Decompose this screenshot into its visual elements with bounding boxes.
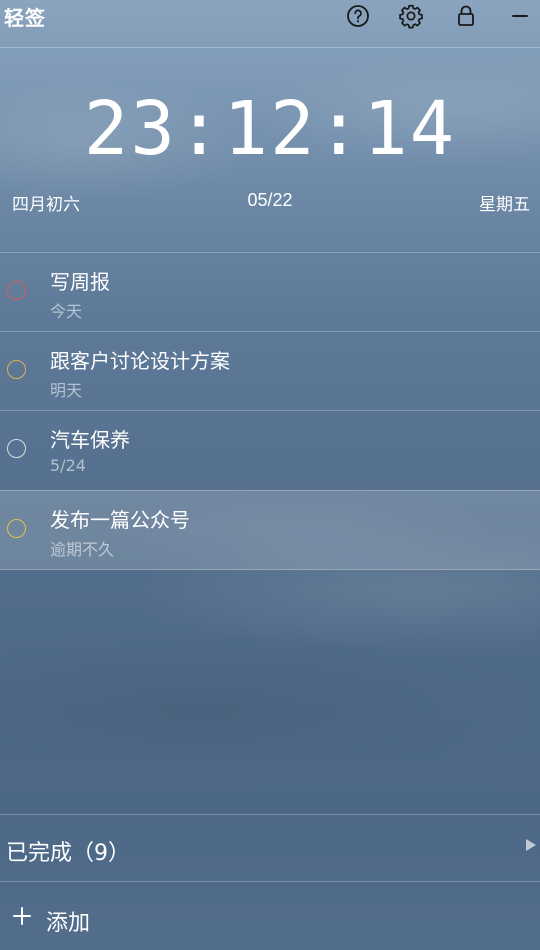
task-checkbox[interactable] — [7, 360, 26, 379]
task-item[interactable]: 写周报 今天 — [0, 252, 540, 331]
title-divider — [0, 47, 540, 48]
task-checkbox[interactable] — [7, 519, 26, 538]
weekday: 星期五 — [479, 195, 530, 215]
task-checkbox[interactable] — [7, 281, 26, 300]
plus-icon — [13, 907, 31, 925]
title-bar[interactable]: 轻签 — [0, 0, 540, 46]
lock-icon — [458, 5, 474, 26]
task-due: 5/24 — [50, 456, 86, 475]
task-title: 汽车保养 — [50, 428, 130, 452]
task-item[interactable]: 汽车保养 5/24 — [0, 410, 540, 489]
minus-icon — [512, 15, 528, 17]
task-checkbox[interactable] — [7, 439, 26, 458]
settings-button[interactable] — [398, 3, 424, 29]
clock-time: 23:12:14 — [83, 86, 457, 172]
expand-arrow-icon — [526, 839, 536, 851]
lock-button[interactable] — [453, 3, 479, 29]
month-day: 05/22 — [247, 190, 293, 210]
minimize-button[interactable] — [507, 3, 533, 29]
completed-label: 已完成（9） — [6, 841, 130, 866]
task-due: 逾期不久 — [50, 540, 115, 559]
task-item[interactable]: 跟客户讨论设计方案 明天 — [0, 331, 540, 410]
task-title: 跟客户讨论设计方案 — [50, 349, 230, 373]
task-due: 明天 — [50, 381, 83, 400]
task-title: 发布一篇公众号 — [50, 508, 190, 532]
app-title: 轻签 — [4, 6, 46, 30]
add-task-button[interactable]: 添加 — [0, 881, 540, 950]
add-label: 添加 — [46, 911, 91, 936]
task-item-selected[interactable]: 发布一篇公众号 逾期不久 — [0, 490, 540, 570]
date-row: 四月初六 05/22 星期五 — [0, 190, 540, 215]
question-circle-icon — [347, 5, 369, 27]
task-title: 写周报 — [50, 270, 110, 294]
help-button[interactable] — [345, 3, 371, 29]
gear-icon — [399, 4, 423, 29]
task-due: 今天 — [50, 302, 83, 321]
completed-section-toggle[interactable]: 已完成（9） — [0, 814, 540, 882]
